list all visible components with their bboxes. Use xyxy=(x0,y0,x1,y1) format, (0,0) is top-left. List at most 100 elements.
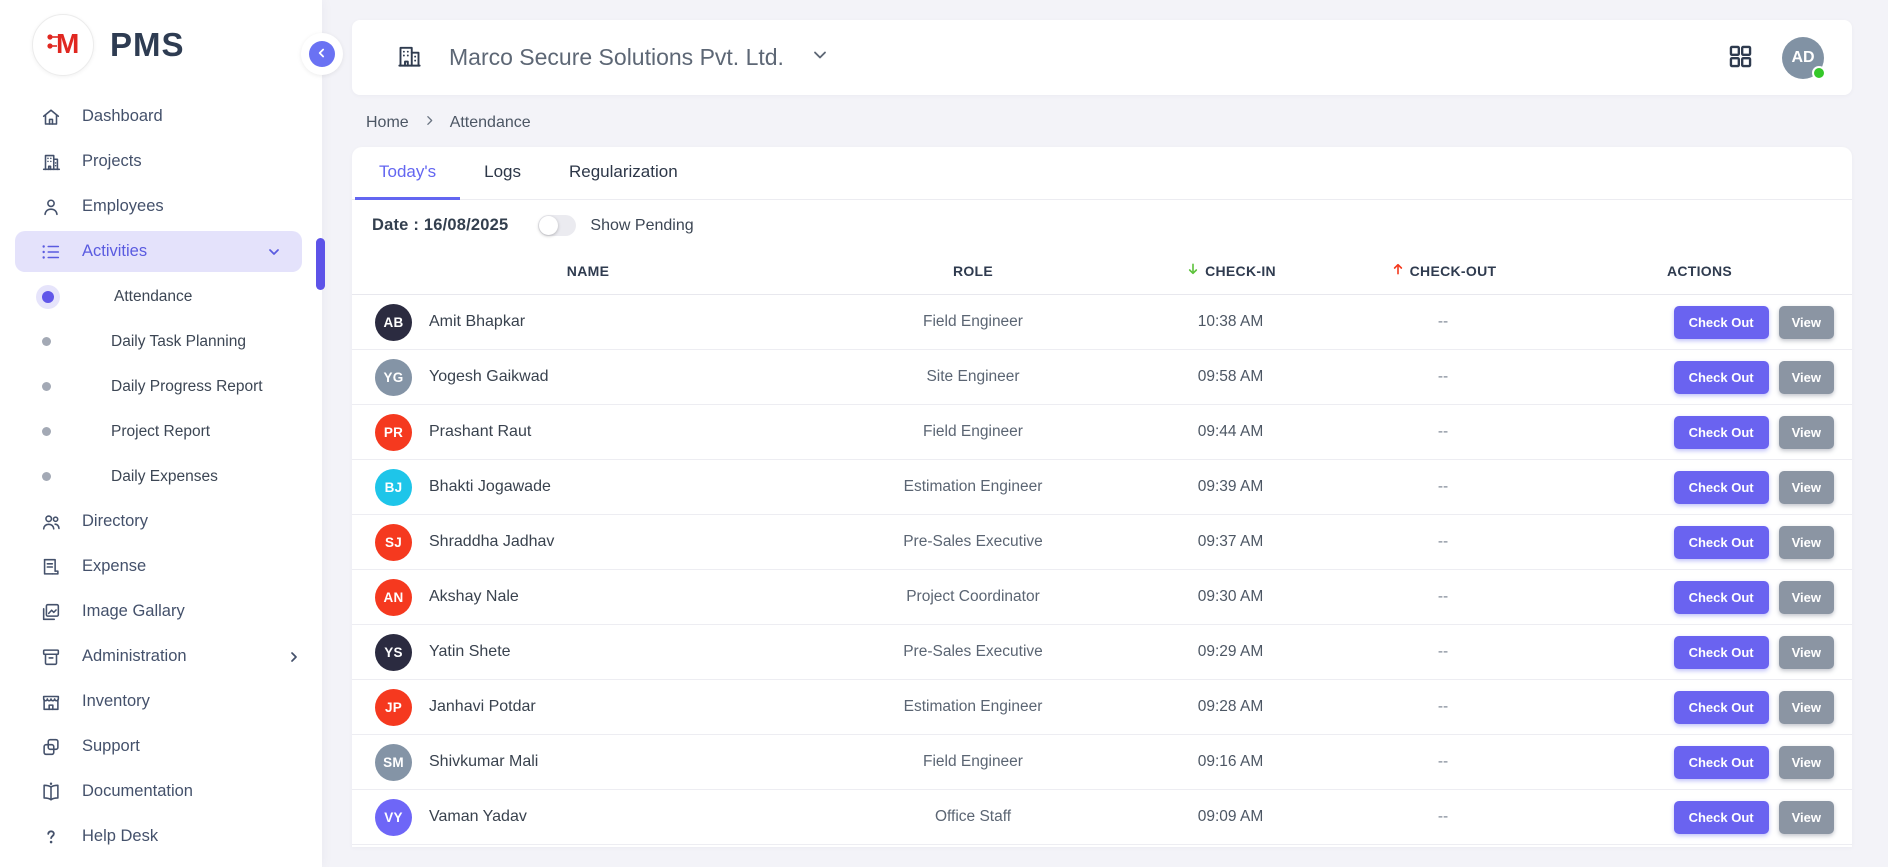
column-role[interactable]: ROLE xyxy=(808,263,1138,279)
cell-actions: Check Out View xyxy=(1563,581,1836,614)
check-out-button[interactable]: Check Out xyxy=(1674,636,1769,669)
check-out-button[interactable]: Check Out xyxy=(1674,471,1769,504)
logo-row: M PMS xyxy=(0,0,322,84)
employee-name: Janhavi Potdar xyxy=(429,698,536,716)
show-pending-toggle[interactable] xyxy=(538,215,576,236)
view-button[interactable]: View xyxy=(1779,306,1834,339)
cell-name: ABAmit Bhapkar xyxy=(368,304,808,341)
employee-name: Vaman Yadav xyxy=(429,808,527,826)
employee-role: Site Engineer xyxy=(808,368,1138,386)
user-avatar[interactable]: AD xyxy=(1782,37,1824,79)
check-in-time: 09:44 AM xyxy=(1138,423,1323,441)
breadcrumb-home[interactable]: Home xyxy=(366,114,409,132)
table-row: SJShraddha JadhavPre-Sales Executive09:3… xyxy=(352,515,1852,570)
avatar: AN xyxy=(375,579,412,616)
cell-actions: Check Out View xyxy=(1563,471,1836,504)
avatar: YG xyxy=(375,359,412,396)
toggle-knob xyxy=(539,216,558,235)
avatar: YS xyxy=(375,634,412,671)
column-check-out[interactable]: CHECK-OUT xyxy=(1323,261,1563,280)
view-button[interactable]: View xyxy=(1779,416,1834,449)
cell-actions: Check Out View xyxy=(1563,801,1836,834)
building-icon xyxy=(40,151,62,173)
sidebar-item-label: Dashboard xyxy=(82,107,163,126)
cell-name: YS Yatin Shete xyxy=(368,634,808,671)
table-row: ABAmit BhapkarField Engineer10:38 AM--Ch… xyxy=(352,295,1852,350)
view-button[interactable]: View xyxy=(1779,746,1834,779)
store-icon xyxy=(40,691,62,713)
m-logo-icon: M xyxy=(43,23,83,68)
column-check-in[interactable]: CHECK-IN xyxy=(1138,261,1323,280)
sidebar-item-documentation[interactable]: Documentation xyxy=(0,769,322,814)
sidebar-subitem-attendance[interactable]: Attendance xyxy=(0,274,322,319)
sidebar-item-image-gallary[interactable]: Image Gallary xyxy=(0,589,322,634)
sidebar-item-help-desk[interactable]: Help Desk xyxy=(0,814,322,859)
employee-name: Amit Bhapkar xyxy=(429,313,525,331)
sidebar-subitem-daily-task-planning[interactable]: Daily Task Planning xyxy=(0,319,322,364)
employee-role: Field Engineer xyxy=(808,423,1138,441)
view-button[interactable]: View xyxy=(1779,691,1834,724)
sidebar-item-label: Administration xyxy=(82,647,187,666)
cell-actions: Check Out View xyxy=(1563,636,1836,669)
sidebar-item-directory[interactable]: Directory xyxy=(0,499,322,544)
breadcrumb-current: Attendance xyxy=(450,114,531,132)
chevron-right-icon xyxy=(423,114,436,132)
view-button[interactable]: View xyxy=(1779,526,1834,559)
sidebar-item-administration[interactable]: Administration xyxy=(0,634,322,679)
check-in-time: 10:38 AM xyxy=(1138,313,1323,331)
table-row: BJBhakti JogawadeEstimation Engineer09:3… xyxy=(352,460,1852,515)
check-out-button[interactable]: Check Out xyxy=(1674,746,1769,779)
sidebar-item-expense[interactable]: Expense xyxy=(0,544,322,589)
arrow-down-icon xyxy=(1185,261,1201,280)
sidebar-item-activities[interactable]: Activities xyxy=(15,231,302,272)
sidebar-subitem-daily-expenses[interactable]: Daily Expenses xyxy=(0,454,322,499)
check-out-button[interactable]: Check Out xyxy=(1674,306,1769,339)
cell-actions: Check Out View xyxy=(1563,746,1836,779)
tab-logs[interactable]: Logs xyxy=(460,147,545,200)
column-name[interactable]: NAME xyxy=(368,263,808,279)
check-out-button[interactable]: Check Out xyxy=(1674,691,1769,724)
chevron-right-icon xyxy=(286,649,302,665)
sidebar-item-label: Help Desk xyxy=(82,827,158,846)
view-button[interactable]: View xyxy=(1779,361,1834,394)
sidebar-item-dashboard[interactable]: Dashboard xyxy=(0,94,322,139)
cell-name: ANAkshay Nale xyxy=(368,579,808,616)
sidebar-item-inventory[interactable]: Inventory xyxy=(0,679,322,724)
check-out-button[interactable]: Check Out xyxy=(1674,801,1769,834)
gallery-icon xyxy=(40,601,62,623)
check-out-button[interactable]: Check Out xyxy=(1674,361,1769,394)
company-selector[interactable]: Marco Secure Solutions Pvt. Ltd. xyxy=(396,42,830,74)
table-row: VYVaman YadavOffice Staff09:09 AM--Check… xyxy=(352,790,1852,845)
sidebar-item-label: Expense xyxy=(82,557,146,576)
sidebar-item-projects[interactable]: Projects xyxy=(0,139,322,184)
check-out-button[interactable]: Check Out xyxy=(1674,416,1769,449)
sidebar-subitem-daily-progress-report[interactable]: Daily Progress Report xyxy=(0,364,322,409)
employee-name: Prashant Raut xyxy=(429,423,531,441)
check-out-time: -- xyxy=(1323,698,1563,716)
table-row xyxy=(352,845,1852,847)
office-building-icon xyxy=(396,42,423,74)
view-button[interactable]: View xyxy=(1779,471,1834,504)
check-out-button[interactable]: Check Out xyxy=(1674,526,1769,559)
view-button[interactable]: View xyxy=(1779,801,1834,834)
book-icon xyxy=(40,781,62,803)
check-out-time: -- xyxy=(1323,533,1563,551)
sidebar-item-support[interactable]: Support xyxy=(0,724,322,769)
company-logo: M xyxy=(32,14,94,76)
sidebar-collapse-halo xyxy=(301,33,343,75)
company-name: Marco Secure Solutions Pvt. Ltd. xyxy=(449,44,784,71)
avatar: BJ xyxy=(375,469,412,506)
table-row: ANAkshay NaleProject Coordinator09:30 AM… xyxy=(352,570,1852,625)
tab-todays[interactable]: Today's xyxy=(355,147,460,200)
sidebar-collapse-button[interactable] xyxy=(309,41,335,67)
sidebar-item-employees[interactable]: Employees xyxy=(0,184,322,229)
tab-regularization[interactable]: Regularization xyxy=(545,147,702,200)
view-button[interactable]: View xyxy=(1779,636,1834,669)
sidebar-subitem-project-report[interactable]: Project Report xyxy=(0,409,322,454)
employee-name: Yatin Shete xyxy=(429,643,511,661)
view-button[interactable]: View xyxy=(1779,581,1834,614)
list-icon xyxy=(40,241,62,263)
apps-grid-button[interactable] xyxy=(1727,43,1754,73)
check-out-button[interactable]: Check Out xyxy=(1674,581,1769,614)
cell-actions: Check Out View xyxy=(1563,416,1836,449)
